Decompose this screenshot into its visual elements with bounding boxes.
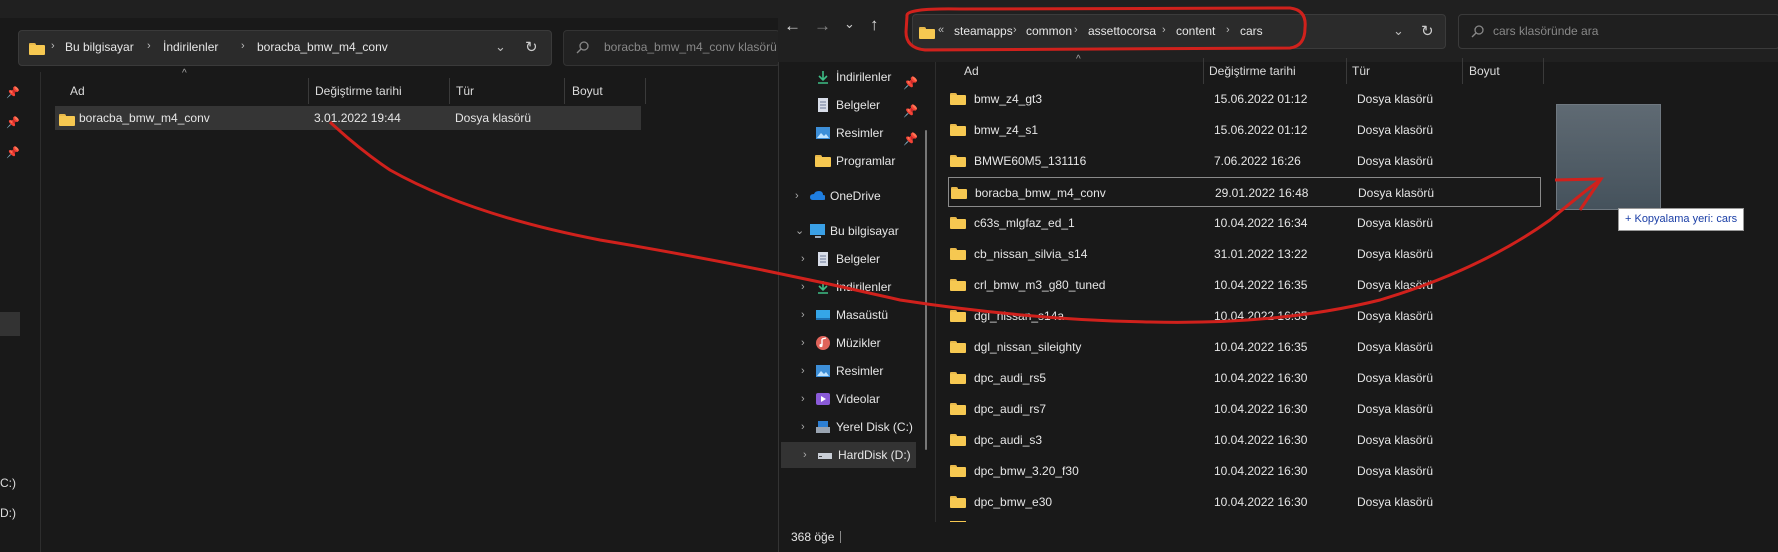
annotation-overlay [328,6,1604,324]
drag-arrow-annotation [328,120,1601,324]
address-highlight-scribble [904,6,1307,52]
